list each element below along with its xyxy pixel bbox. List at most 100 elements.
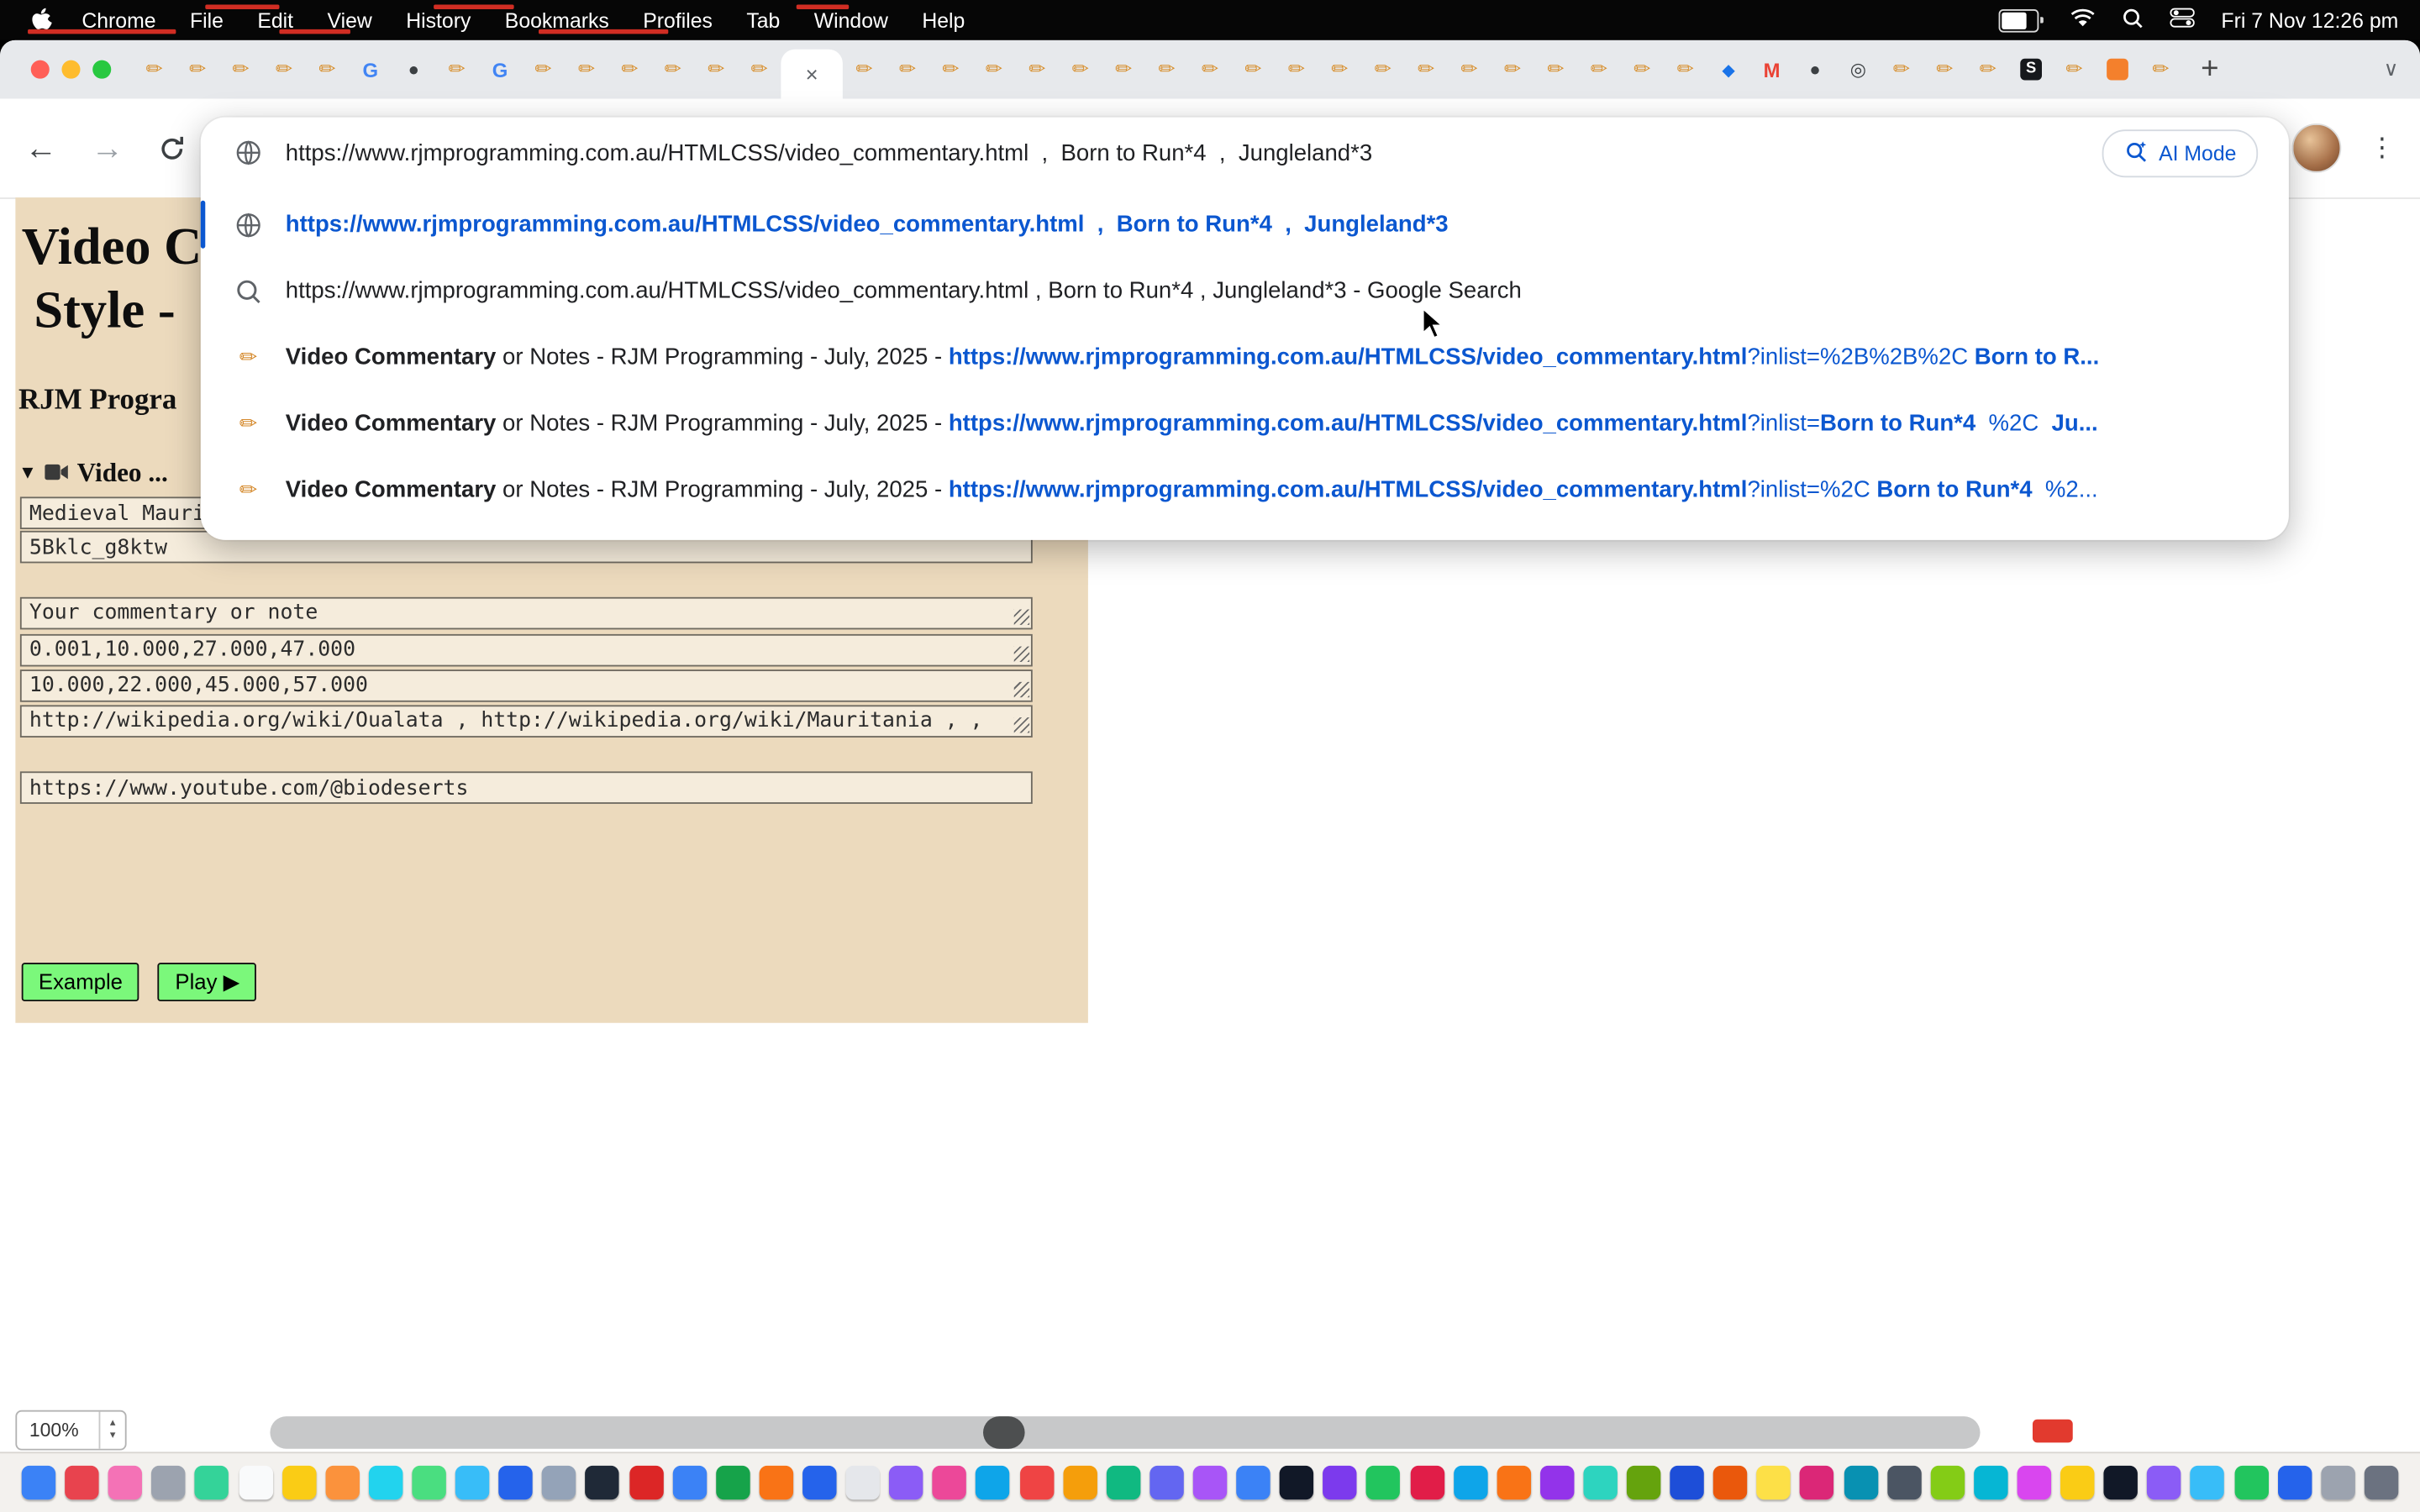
back-button[interactable]: ←: [24, 132, 57, 165]
browser-tab[interactable]: ✏: [972, 45, 1015, 94]
end-times-textarea[interactable]: 10.000,22.000,45.000,57.000: [20, 669, 1033, 702]
spotlight-search-icon[interactable]: [2123, 7, 2144, 33]
browser-tab[interactable]: ✏: [1404, 45, 1447, 94]
browser-tab[interactable]: ✏: [1318, 45, 1361, 94]
browser-tab[interactable]: ✏: [1664, 45, 1707, 94]
suggestion-row[interactable]: ✏Video Commentary or Notes - RJM Program…: [201, 324, 2289, 391]
resize-grip-icon[interactable]: [1014, 647, 1029, 662]
dock-app-icon[interactable]: [1366, 1466, 1400, 1499]
browser-menu-button[interactable]: ⋮: [2369, 133, 2395, 164]
dock-app-icon[interactable]: [1930, 1466, 1964, 1499]
dock-app-icon[interactable]: [1713, 1466, 1747, 1499]
play-button[interactable]: Play ▶: [158, 963, 256, 1001]
dock-app-icon[interactable]: [1887, 1466, 1921, 1499]
browser-tab[interactable]: ✏: [1923, 45, 1966, 94]
links-textarea[interactable]: http://wikipedia.org/wiki/Oualata , http…: [20, 705, 1033, 738]
menu-item[interactable]: Chrome: [65, 8, 173, 32]
browser-tab[interactable]: ✏: [1059, 45, 1102, 94]
suggestion-row[interactable]: ✏Video Commentary or Notes - RJM Program…: [201, 391, 2289, 457]
dock-app-icon[interactable]: [802, 1466, 836, 1499]
dock-app-icon[interactable]: [933, 1466, 966, 1499]
browser-tab[interactable]: ✏: [1448, 45, 1491, 94]
browser-tab[interactable]: ●: [392, 45, 435, 94]
dock-app-icon[interactable]: [2234, 1466, 2268, 1499]
dock-app-icon[interactable]: [1540, 1466, 1574, 1499]
dock-app-icon[interactable]: [2277, 1466, 2311, 1499]
browser-tab[interactable]: ✏: [843, 45, 886, 94]
zoom-window-button[interactable]: [92, 60, 111, 79]
browser-tab[interactable]: ✏: [608, 45, 651, 94]
browser-tab[interactable]: ✏: [1491, 45, 1534, 94]
example-button[interactable]: Example: [22, 963, 139, 1001]
dock-app-icon[interactable]: [65, 1466, 98, 1499]
close-tab-icon[interactable]: ×: [806, 63, 818, 85]
dock-app-icon[interactable]: [2148, 1466, 2181, 1499]
browser-tab[interactable]: ✏: [435, 45, 478, 94]
url-input[interactable]: https://www.rjmprogramming.com.au/HTMLCS…: [286, 139, 2102, 165]
browser-tab[interactable]: M: [1750, 45, 1793, 94]
browser-tab[interactable]: G: [349, 45, 392, 94]
control-center-icon[interactable]: [2170, 8, 2195, 32]
channel-url-input[interactable]: [20, 771, 1033, 804]
dock-app-icon[interactable]: [1410, 1466, 1444, 1499]
browser-tab[interactable]: ✏: [176, 45, 218, 94]
browser-tab[interactable]: ✏: [1577, 45, 1620, 94]
zoom-step-up-icon[interactable]: ▴: [110, 1419, 115, 1431]
menu-item[interactable]: File: [173, 8, 240, 32]
wifi-icon[interactable]: [2070, 8, 2096, 32]
dock-app-icon[interactable]: [976, 1466, 1010, 1499]
new-tab-button[interactable]: +: [2195, 54, 2225, 85]
dock-app-icon[interactable]: [1757, 1466, 1791, 1499]
dock-app-icon[interactable]: [2060, 1466, 2094, 1499]
dock-app-icon[interactable]: [1106, 1466, 1139, 1499]
browser-tab[interactable]: ●: [1793, 45, 1836, 94]
dock-app-icon[interactable]: [1583, 1466, 1617, 1499]
dock-app-icon[interactable]: [759, 1466, 792, 1499]
browser-tab[interactable]: ✏: [1188, 45, 1231, 94]
browser-tab[interactable]: ✏: [1361, 45, 1404, 94]
dock-app-icon[interactable]: [1453, 1466, 1486, 1499]
browser-tab[interactable]: [2096, 45, 2139, 94]
dock-app-icon[interactable]: [239, 1466, 272, 1499]
browser-tab[interactable]: ✏: [695, 45, 738, 94]
menu-bar-clock[interactable]: Fri 7 Nov 12:26 pm: [2221, 8, 2398, 32]
commentary-textarea[interactable]: Your commentary or note: [20, 597, 1033, 630]
dock-app-icon[interactable]: [2104, 1466, 2138, 1499]
dock-app-icon[interactable]: [325, 1466, 359, 1499]
dock-app-icon[interactable]: [281, 1466, 315, 1499]
dock-app-icon[interactable]: [195, 1466, 229, 1499]
menu-item[interactable]: History: [389, 8, 488, 32]
menu-item[interactable]: Edit: [240, 8, 310, 32]
browser-tab[interactable]: ◆: [1707, 45, 1749, 94]
scrollbar-thumb[interactable]: [983, 1416, 1025, 1449]
close-window-button[interactable]: [31, 60, 50, 79]
menu-item[interactable]: Bookmarks: [488, 8, 626, 32]
dock-app-icon[interactable]: [2321, 1466, 2354, 1499]
ai-mode-button[interactable]: AI Mode: [2102, 129, 2258, 176]
browser-tab[interactable]: ✏: [651, 45, 694, 94]
browser-tab[interactable]: G: [478, 45, 521, 94]
menu-item[interactable]: Tab: [729, 8, 797, 32]
dock-app-icon[interactable]: [586, 1466, 619, 1499]
suggestion-row[interactable]: https://www.rjmprogramming.com.au/HTMLCS…: [201, 192, 2289, 258]
resize-grip-icon[interactable]: [1014, 717, 1029, 732]
browser-tab[interactable]: ✏: [1534, 45, 1577, 94]
browser-tab[interactable]: ✏: [1145, 45, 1188, 94]
dock-app-icon[interactable]: [629, 1466, 663, 1499]
menu-item[interactable]: Profiles: [626, 8, 729, 32]
browser-tab[interactable]: S: [2009, 45, 2052, 94]
browser-tab[interactable]: ✏: [1102, 45, 1144, 94]
dock-app-icon[interactable]: [1974, 1466, 2007, 1499]
browser-tab[interactable]: ✏: [886, 45, 929, 94]
zoom-widget[interactable]: 100% ▴ ▾: [15, 1410, 126, 1451]
minimize-window-button[interactable]: [61, 60, 80, 79]
zoom-stepper[interactable]: ▴ ▾: [99, 1412, 125, 1449]
dock-app-icon[interactable]: [2018, 1466, 2051, 1499]
browser-tab[interactable]: ✏: [1016, 45, 1059, 94]
dock-app-icon[interactable]: [369, 1466, 402, 1499]
address-bar[interactable]: https://www.rjmprogramming.com.au/HTMLCS…: [201, 118, 2289, 188]
browser-tab[interactable]: ✏: [929, 45, 972, 94]
dock-app-icon[interactable]: [542, 1466, 576, 1499]
dock-app-icon[interactable]: [1670, 1466, 1704, 1499]
menu-item[interactable]: View: [310, 8, 389, 32]
